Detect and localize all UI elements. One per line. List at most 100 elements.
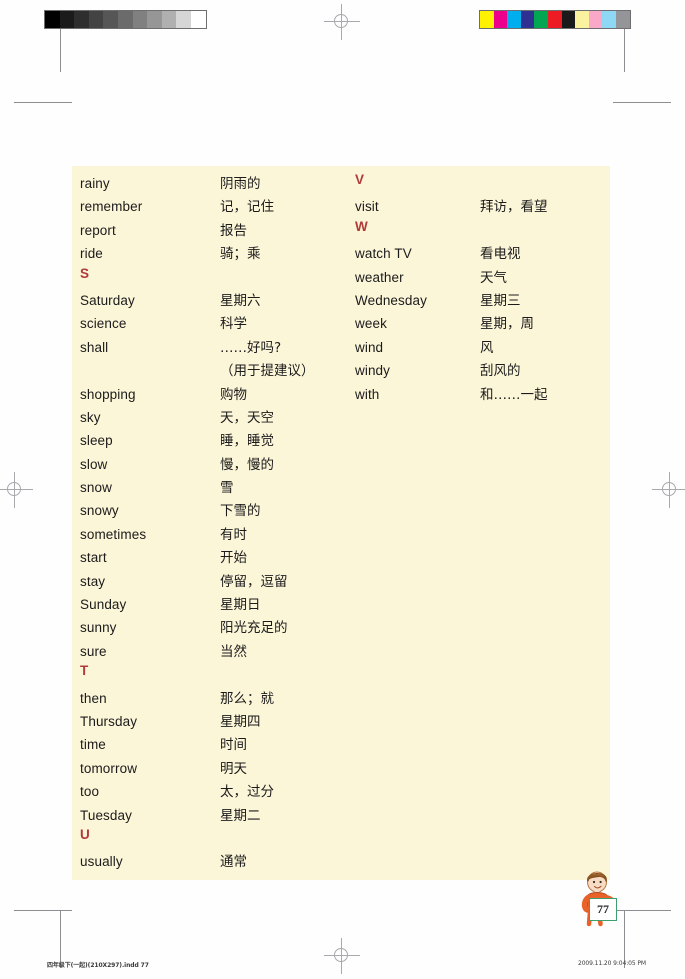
entry-term: rainy bbox=[80, 176, 110, 191]
wordlist-entry: snow 雪 bbox=[80, 476, 350, 499]
wordlist-entry: ride 骑；乘 bbox=[80, 242, 350, 265]
wordlist-entry: Thursday 星期四 bbox=[80, 710, 350, 733]
entry-gloss: 天，天空 bbox=[220, 409, 274, 426]
entry-term: Wednesday bbox=[355, 292, 427, 308]
entry-term: wind bbox=[355, 339, 384, 355]
entry-gloss: 阴雨的 bbox=[220, 176, 261, 192]
page-mascot-illustration: 77 bbox=[568, 868, 630, 930]
color-swatch-3 bbox=[520, 11, 535, 28]
color-swatch-0 bbox=[480, 11, 494, 28]
wordlist-entry: watch TV 看电视 bbox=[355, 242, 605, 265]
color-swatch-6 bbox=[561, 11, 576, 28]
entry-gloss: 阳光充足的 bbox=[220, 620, 288, 637]
footer-timestamp: 2009.11.20 9:04:05 PM bbox=[578, 960, 646, 967]
entry-gloss: 星期日 bbox=[220, 597, 261, 614]
color-swatch-10 bbox=[615, 11, 630, 28]
entry-term: ride bbox=[80, 246, 103, 262]
entry-term: slow bbox=[80, 456, 108, 472]
wordlist-panel: rainy 阴雨的 remember 记，记住 report 报告 ride 骑；乘 S Satu… bbox=[72, 166, 610, 880]
entry-term: snow bbox=[80, 480, 112, 496]
wordlist-entry: sky 天，天空 bbox=[80, 406, 350, 429]
entry-gloss: 开始 bbox=[220, 550, 247, 567]
grayscale-step-wedge bbox=[44, 10, 207, 29]
entry-gloss: 明天 bbox=[220, 760, 247, 777]
color-swatch-9 bbox=[602, 11, 616, 28]
entry-term: shopping bbox=[80, 386, 136, 402]
gray-swatch-3 bbox=[88, 11, 104, 28]
entry-term: remember bbox=[80, 199, 143, 215]
registration-mark-top bbox=[324, 4, 360, 40]
entry-gloss: 那么；就 bbox=[220, 690, 274, 707]
entry-gloss: 记，记住 bbox=[220, 199, 274, 216]
wordlist-entry: tomorrow 明天 bbox=[80, 757, 350, 780]
gray-swatch-1 bbox=[59, 11, 75, 28]
page-number-badge: 77 bbox=[589, 898, 617, 921]
section-letter-T: T bbox=[80, 663, 89, 679]
entry-gloss: 雪 bbox=[220, 480, 234, 497]
entry-gloss: 和……一起 bbox=[480, 386, 548, 403]
wordlist-entry: sometimes 有时 bbox=[80, 523, 350, 546]
wordlist-entry: start 开始 bbox=[80, 546, 350, 569]
entry-term: Sunday bbox=[80, 597, 127, 613]
entry-term: Thursday bbox=[80, 713, 138, 729]
entry-term: science bbox=[80, 316, 127, 332]
gray-swatch-2 bbox=[74, 11, 89, 28]
wordlist-entry: wind 风 bbox=[355, 336, 605, 359]
entry-gloss: 通常 bbox=[220, 854, 247, 871]
wordlist-entry: sunny 阳光充足的 bbox=[80, 616, 350, 639]
wordlist-entry: Saturday 星期六 bbox=[80, 289, 350, 312]
crop-mark-bottom-left bbox=[14, 876, 74, 968]
entry-term: sky bbox=[80, 409, 101, 425]
entry-term: then bbox=[80, 690, 107, 706]
entry-gloss: 星期三 bbox=[480, 292, 521, 309]
entry-gloss: 慢，慢的 bbox=[220, 456, 274, 473]
wordlist-entry: weather 天气 bbox=[355, 266, 605, 289]
wordlist-entry: visit 拜访，看望 bbox=[355, 195, 605, 218]
gray-swatch-8 bbox=[161, 11, 177, 28]
entry-term: sometimes bbox=[80, 526, 147, 542]
wordlist-entry: with 和……一起 bbox=[355, 383, 605, 406]
entry-term: tomorrow bbox=[80, 760, 138, 776]
color-swatch-1 bbox=[493, 11, 508, 28]
gray-swatch-10 bbox=[190, 11, 206, 28]
entry-term: week bbox=[355, 316, 387, 332]
wordlist-entry: rainy 阴雨的 bbox=[80, 172, 350, 195]
entry-term: snowy bbox=[80, 503, 119, 519]
wordlist-entry: remember 记，记住 bbox=[80, 195, 350, 218]
gray-swatch-7 bbox=[147, 11, 162, 28]
entry-term: windy bbox=[355, 363, 391, 379]
entry-gloss: 星期六 bbox=[220, 292, 261, 309]
entry-term: sleep bbox=[80, 433, 113, 449]
entry-gloss: 下雪的 bbox=[220, 503, 261, 520]
entry-gloss: 天气 bbox=[480, 269, 507, 286]
wordlist-column-left: rainy 阴雨的 remember 记，记住 report 报告 ride 骑；乘 S Satu… bbox=[80, 172, 350, 874]
entry-gloss: （用于提建议） bbox=[220, 363, 315, 380]
wordlist-columns: rainy 阴雨的 remember 记，记住 report 报告 ride 骑；乘 S Satu… bbox=[72, 166, 610, 880]
entry-gloss: 有时 bbox=[220, 526, 247, 543]
color-swatch-5 bbox=[547, 11, 562, 28]
entry-term: stay bbox=[80, 573, 106, 589]
section-letter-U: U bbox=[80, 826, 91, 842]
entry-gloss: 星期四 bbox=[220, 713, 261, 730]
gray-swatch-0 bbox=[45, 11, 60, 28]
entry-term: watch TV bbox=[355, 246, 412, 262]
wordlist-entry: snowy 下雪的 bbox=[80, 499, 350, 522]
gray-swatch-9 bbox=[176, 11, 191, 28]
entry-gloss: 太，过分 bbox=[220, 784, 274, 801]
entry-gloss: 睡，睡觉 bbox=[220, 433, 274, 450]
entry-gloss: 科学 bbox=[220, 316, 247, 333]
footer-file-imprint: 四年级下(一起)(210X297).indd 77 bbox=[47, 962, 149, 969]
entry-gloss: 刮风的 bbox=[480, 363, 521, 380]
wordlist-entry: Sunday 星期日 bbox=[80, 593, 350, 616]
wordlist-entry: Wednesday 星期三 bbox=[355, 289, 605, 312]
color-swatch-2 bbox=[507, 11, 521, 28]
entry-gloss: 骑；乘 bbox=[220, 246, 261, 263]
wordlist-entry: Tuesday 星期二 bbox=[80, 804, 350, 827]
entry-term: with bbox=[355, 386, 380, 402]
entry-term: Saturday bbox=[80, 292, 135, 308]
entry-gloss: 看电视 bbox=[480, 246, 521, 263]
entry-term: usually bbox=[80, 854, 123, 870]
wordlist-entry: science 科学 bbox=[80, 312, 350, 335]
wordlist-entry: shall（用于提建议） bbox=[80, 359, 350, 382]
entry-gloss: ……好吗? bbox=[220, 339, 282, 356]
